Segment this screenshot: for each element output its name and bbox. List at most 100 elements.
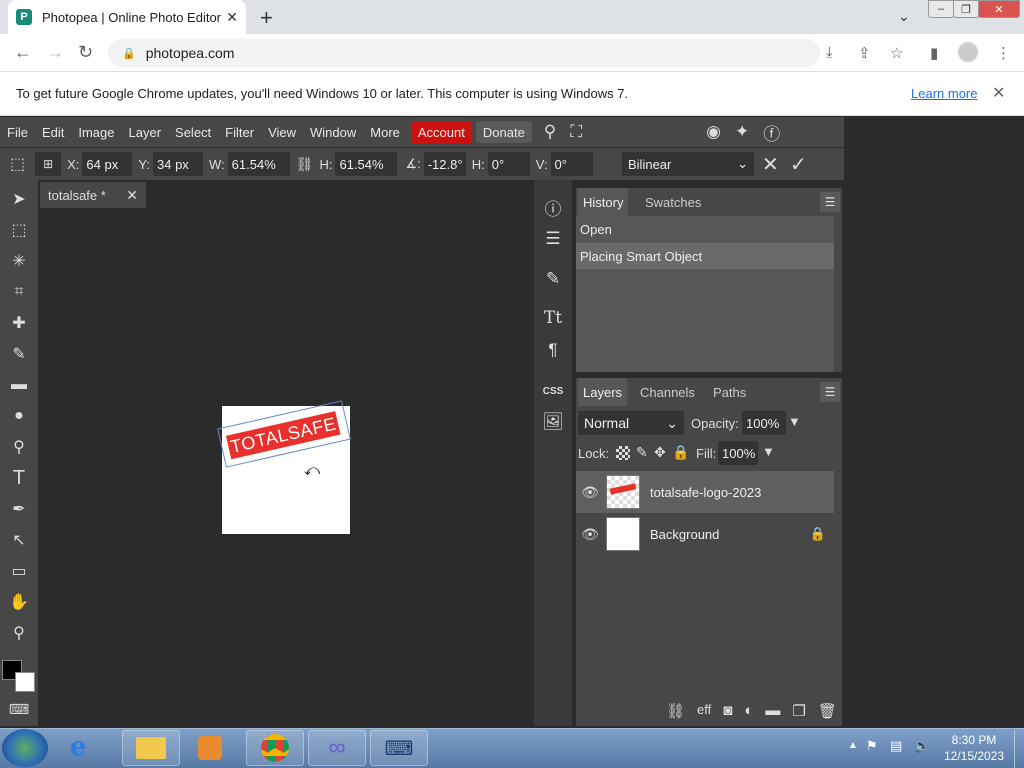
menu-more[interactable]: More <box>363 117 407 147</box>
visibility-eye-icon[interactable]: 👁 <box>576 484 604 501</box>
width-input[interactable]: 61.54% <box>227 152 290 176</box>
hand-tool-icon[interactable]: ✋ <box>8 591 30 613</box>
tab-channels[interactable]: Channels <box>635 378 700 406</box>
omnibox[interactable]: 🔒 photopea.com <box>108 39 820 67</box>
transform-tool-icon[interactable]: ⬚ <box>10 154 25 174</box>
search-icon[interactable]: ⚲ <box>544 122 556 142</box>
chrome-menu-icon[interactable]: ⋮ <box>996 44 1011 62</box>
paragraph-icon[interactable]: ¶ <box>542 339 564 361</box>
menu-layer[interactable]: Layer <box>122 117 169 147</box>
lock-transparency-icon[interactable] <box>616 446 630 460</box>
side-panel-icon[interactable]: ▮ <box>930 44 938 62</box>
back-arrow-icon[interactable]: ← <box>14 42 32 63</box>
y-input[interactable]: 34 px <box>153 152 203 176</box>
infobar-close-icon[interactable]: ✕ <box>992 83 1005 103</box>
character-icon[interactable]: Tt <box>542 307 564 329</box>
interpolation-select[interactable]: Bilinear ⌄ <box>622 152 754 176</box>
gradient-tool-icon[interactable]: ▬ <box>8 374 30 396</box>
fullscreen-icon[interactable]: ⛶ <box>570 122 582 142</box>
document-tab[interactable]: totalsafe * ✕ <box>40 182 146 208</box>
restore-button[interactable]: ❐ <box>953 0 979 18</box>
hskew-input[interactable]: 0° <box>487 152 530 176</box>
taskbar-clock[interactable]: 8:30 PM 12/15/2023 <box>938 732 1010 764</box>
forward-arrow-icon[interactable]: → <box>46 42 64 63</box>
start-button-icon[interactable] <box>2 729 48 767</box>
link-layers-icon[interactable]: ⛓ <box>666 702 685 720</box>
facebook-icon[interactable]: ⓕ <box>763 120 780 145</box>
effects-icon[interactable]: eff <box>697 702 711 720</box>
browser-tab[interactable]: P Photopea | Online Photo Editor ✕ <box>8 0 246 34</box>
layer-name[interactable]: totalsafe-logo-2023 <box>650 485 834 500</box>
tab-layers[interactable]: Layers <box>578 378 628 406</box>
volume-icon[interactable]: 🔈 <box>914 738 930 754</box>
brush-settings-icon[interactable]: ✎ <box>542 268 564 290</box>
lock-position-icon[interactable]: ✥ <box>654 444 666 461</box>
media-player-icon[interactable] <box>198 736 222 760</box>
tab-search-chevron-icon[interactable]: ⌄ <box>898 8 910 25</box>
lock-all-icon[interactable]: 🔒 <box>672 444 689 461</box>
height-input[interactable]: 61.54% <box>335 152 398 176</box>
twitter-icon[interactable]: ✦ <box>735 122 749 142</box>
vskew-input[interactable]: 0° <box>550 152 593 176</box>
rectangle-tool-icon[interactable]: ▭ <box>8 560 30 582</box>
move-tool-icon[interactable]: ➤ <box>8 188 30 210</box>
menu-image[interactable]: Image <box>71 117 121 147</box>
commit-transform-icon[interactable]: ✓ <box>790 152 807 177</box>
layer-row-selected[interactable]: 👁 totalsafe-logo-2023 <box>576 471 834 513</box>
install-icon[interactable]: ⤓ <box>826 44 833 61</box>
lock-pixels-icon[interactable]: ✎ <box>636 444 648 461</box>
background-color-swatch[interactable] <box>15 672 35 692</box>
chrome-icon[interactable] <box>246 730 304 766</box>
info-icon[interactable]: ⓘ <box>542 196 564 219</box>
history-panel-menu-icon[interactable]: ☰ <box>820 192 840 212</box>
dodge-tool-icon[interactable]: ⚲ <box>8 436 30 458</box>
account-button[interactable]: Account <box>410 121 472 143</box>
document-close-icon[interactable]: ✕ <box>126 187 138 204</box>
new-layer-icon[interactable]: ❐ <box>792 702 805 720</box>
menu-edit[interactable]: Edit <box>35 117 71 147</box>
adjustments-icon[interactable]: ☰ <box>542 228 564 250</box>
crop-tool-icon[interactable]: ⌗ <box>8 281 30 303</box>
minimize-button[interactable]: – <box>928 0 954 18</box>
menu-view[interactable]: View <box>261 117 303 147</box>
layer-row[interactable]: 👁 Background 🔒 <box>576 513 834 555</box>
angle-input[interactable]: -12.8° <box>423 152 466 176</box>
share-icon[interactable]: ⇪ <box>858 44 871 62</box>
css-icon[interactable]: CSS <box>542 380 564 402</box>
history-item[interactable]: Open <box>576 216 834 242</box>
fill-dropdown-icon[interactable]: ▼ <box>762 444 775 459</box>
tray-expand-icon[interactable]: ▲ <box>848 740 858 751</box>
reload-icon[interactable]: ↻ <box>78 42 93 63</box>
show-desktop-button[interactable] <box>1014 730 1024 768</box>
history-item-selected[interactable]: Placing Smart Object <box>576 243 834 269</box>
zoom-tool-icon[interactable]: ⚲ <box>8 622 30 644</box>
profile-avatar-icon[interactable] <box>958 42 978 62</box>
menu-file[interactable]: File <box>0 117 35 147</box>
pen-tool-icon[interactable]: ✒ <box>8 498 30 520</box>
tab-close-icon[interactable]: ✕ <box>226 9 238 26</box>
internet-explorer-icon[interactable]: e <box>70 732 87 762</box>
visibility-eye-icon[interactable]: 👁 <box>576 526 604 543</box>
infinity-app-icon[interactable]: ∞ <box>308 730 366 766</box>
marquee-tool-icon[interactable]: ⬚ <box>8 219 30 241</box>
new-tab-icon[interactable]: + <box>260 5 273 31</box>
opacity-input[interactable]: 100% <box>742 411 786 435</box>
donate-button[interactable]: Donate <box>475 121 532 143</box>
blend-mode-select[interactable]: Normal ⌄ <box>578 411 684 435</box>
reddit-icon[interactable]: ◉ <box>706 122 721 142</box>
path-select-tool-icon[interactable]: ↖ <box>8 529 30 551</box>
tab-swatches[interactable]: Swatches <box>640 188 706 216</box>
mask-icon[interactable]: ◙ <box>723 702 732 720</box>
type-tool-icon[interactable]: T <box>8 467 30 489</box>
opacity-dropdown-icon[interactable]: ▼ <box>788 414 801 429</box>
action-center-icon[interactable]: ⚑ <box>866 738 878 754</box>
layer-name[interactable]: Background <box>650 527 810 542</box>
brush-tool-icon[interactable]: ✎ <box>8 343 30 365</box>
layers-panel-menu-icon[interactable]: ☰ <box>820 382 840 402</box>
file-explorer-icon[interactable] <box>122 730 180 766</box>
fill-input[interactable]: 100% <box>718 441 758 465</box>
on-screen-keyboard-icon[interactable]: ⌨ <box>370 730 428 766</box>
x-input[interactable]: 64 px <box>82 152 133 176</box>
menu-window[interactable]: Window <box>303 117 363 147</box>
menu-filter[interactable]: Filter <box>218 117 261 147</box>
